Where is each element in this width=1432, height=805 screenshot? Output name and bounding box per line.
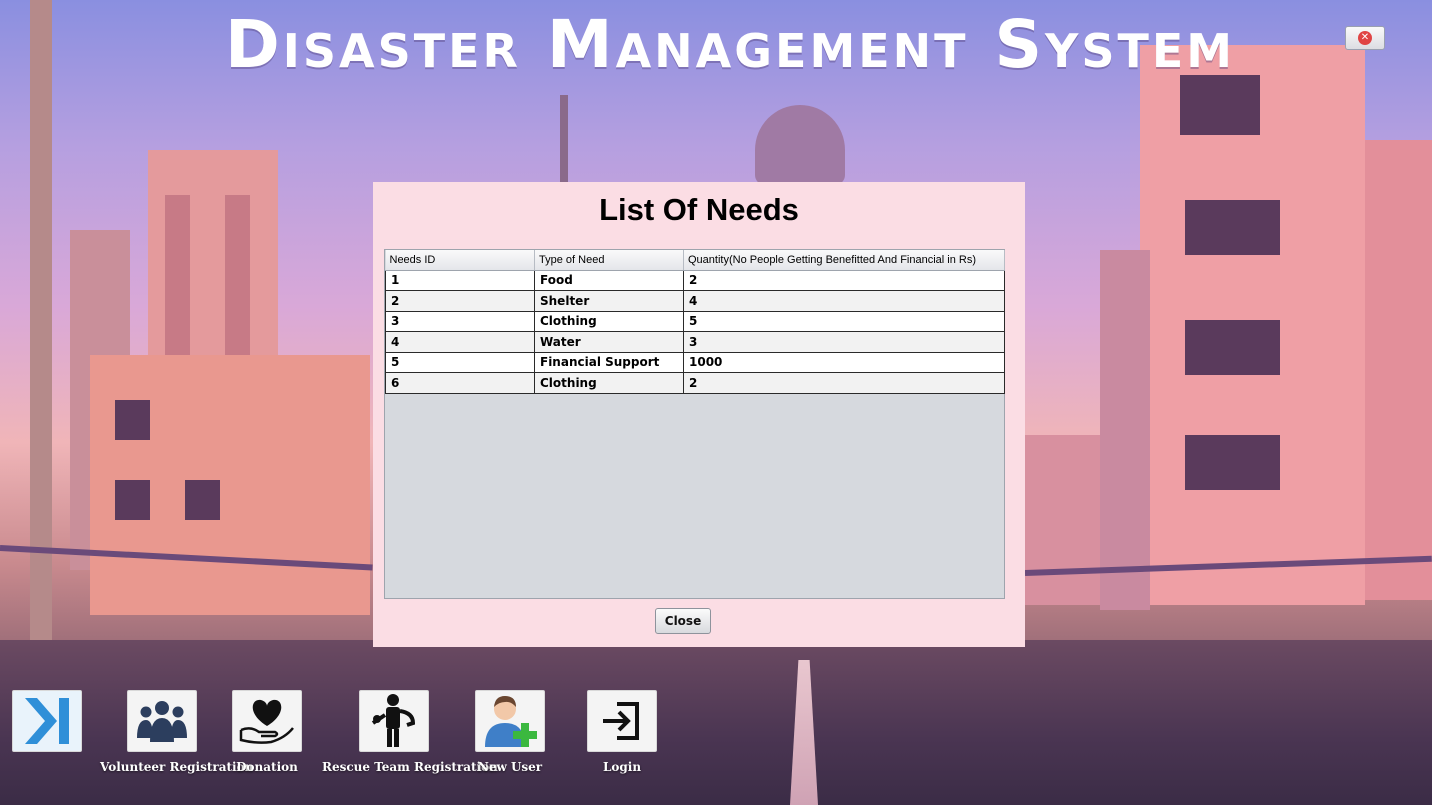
- building-window: [115, 480, 150, 520]
- cell-need-id[interactable]: 1: [385, 269, 535, 291]
- skip-forward-icon: [25, 698, 69, 744]
- building-window: [1185, 435, 1280, 490]
- dialog-title: List Of Needs: [599, 192, 799, 227]
- nav-tile: [475, 690, 545, 752]
- building-right-2: [1365, 140, 1432, 600]
- cell-quantity[interactable]: 1000: [683, 351, 1005, 373]
- nav-label: Donation: [236, 760, 298, 774]
- cell-need-type[interactable]: Financial Support: [534, 351, 684, 373]
- cell-quantity[interactable]: 2: [683, 372, 1005, 394]
- cell-quantity[interactable]: 3: [683, 331, 1005, 353]
- cell-need-type[interactable]: Water: [534, 331, 684, 353]
- nav-label: Login: [602, 760, 642, 774]
- cell-need-id[interactable]: 5: [385, 351, 535, 373]
- column-header[interactable]: Needs ID: [385, 250, 535, 271]
- nav-tile: [359, 690, 429, 752]
- nav-rescue-team-registration[interactable]: Rescue Team Registration: [322, 690, 498, 774]
- cell-quantity[interactable]: 2: [683, 269, 1005, 291]
- tree-silhouette: [755, 105, 845, 185]
- lamp-post-top: [560, 95, 568, 185]
- table-row[interactable]: 3 Clothing 5: [385, 310, 1005, 332]
- heart-hand-icon: [239, 699, 294, 744]
- cell-need-id[interactable]: 6: [385, 372, 535, 394]
- needs-dialog: List Of Needs Needs ID Type of Need Quan…: [373, 182, 1025, 647]
- column-header[interactable]: Quantity(No People Getting Benefitted An…: [683, 250, 1005, 271]
- needs-table[interactable]: Needs ID Type of Need Quantity(No People…: [384, 249, 1005, 599]
- nav-label: New User: [477, 760, 543, 774]
- add-user-icon: [485, 696, 537, 747]
- building-window: [115, 400, 150, 440]
- nav-tile: [127, 690, 197, 752]
- table-row[interactable]: 4 Water 3: [385, 331, 1005, 353]
- window-close-button[interactable]: ✕: [1345, 26, 1385, 50]
- nav-label: Rescue Team Registration: [322, 760, 498, 774]
- building-window: [1185, 320, 1280, 375]
- app-title: Disaster Management System: [224, 6, 1236, 83]
- nav-next-button[interactable]: [11, 690, 83, 752]
- table-row[interactable]: 2 Shelter 4: [385, 290, 1005, 312]
- nav-tile: [232, 690, 302, 752]
- cell-need-id[interactable]: 3: [385, 310, 535, 332]
- cell-need-type[interactable]: Shelter: [534, 290, 684, 312]
- cell-quantity[interactable]: 4: [683, 290, 1005, 312]
- nav-volunteer-registration[interactable]: Volunteer Registration: [100, 690, 254, 774]
- column-header[interactable]: Type of Need: [534, 250, 684, 271]
- group-icon: [137, 701, 187, 742]
- cell-need-type[interactable]: Food: [534, 269, 684, 291]
- cell-need-id[interactable]: 4: [385, 331, 535, 353]
- table-header: Needs ID Type of Need Quantity(No People…: [385, 250, 1005, 271]
- nav-login[interactable]: Login: [586, 690, 658, 774]
- nav-tile: [587, 690, 657, 752]
- nav-new-user[interactable]: New User: [474, 690, 546, 774]
- building-window: [185, 480, 220, 520]
- table-row[interactable]: 1 Food 2: [385, 269, 1005, 291]
- cell-need-type[interactable]: Clothing: [534, 310, 684, 332]
- building-window: [1185, 200, 1280, 255]
- building-window: [1180, 75, 1260, 135]
- nav-donation[interactable]: Donation: [231, 690, 303, 774]
- rescuer-icon: [371, 694, 416, 747]
- table-row[interactable]: 6 Clothing 2: [385, 372, 1005, 394]
- cell-need-type[interactable]: Clothing: [534, 372, 684, 394]
- login-icon: [603, 702, 639, 740]
- building-right-4: [1100, 250, 1150, 610]
- table-row[interactable]: 5 Financial Support 1000: [385, 351, 1005, 373]
- lamp-post-left: [30, 0, 52, 660]
- close-button[interactable]: Close: [655, 608, 711, 634]
- close-icon: ✕: [1358, 31, 1372, 45]
- cell-quantity[interactable]: 5: [683, 310, 1005, 332]
- nav-tile: [12, 690, 82, 752]
- cell-need-id[interactable]: 2: [385, 290, 535, 312]
- nav-label: Volunteer Registration: [100, 760, 254, 774]
